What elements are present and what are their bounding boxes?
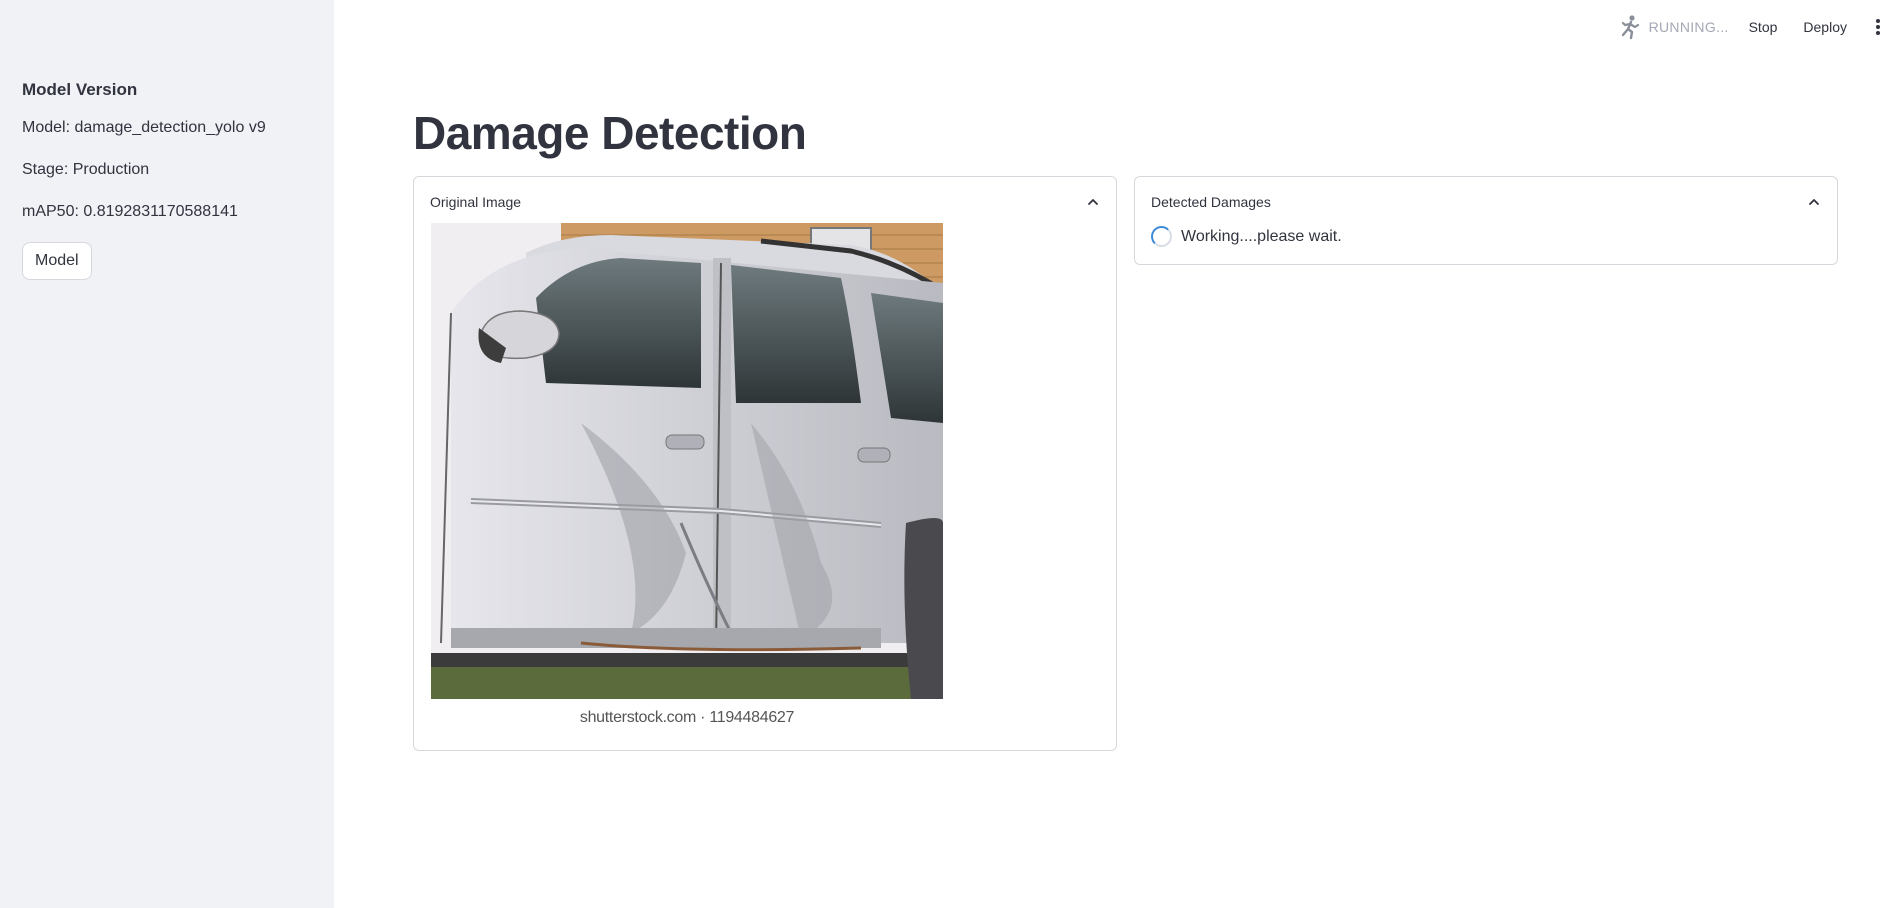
original-image-expander: Original Image shutterstock.com · 119448… (413, 176, 1117, 751)
damaged-car-photo (431, 223, 943, 699)
app-root: Model Version Model: damage_detection_yo… (0, 0, 1885, 908)
model-name-text: Model: damage_detection_yolo v9 (22, 119, 266, 136)
image-caption: shutterstock.com · 1194484627 (579, 709, 795, 726)
detected-damages-expander-header[interactable]: Detected Damages (1151, 191, 1821, 213)
deploy-button[interactable]: Deploy (1803, 19, 1847, 35)
detected-damages-expander: Detected Damages Working....please wait. (1134, 176, 1838, 265)
running-status: RUNNING... (1648, 19, 1729, 35)
spinner-icon (1151, 226, 1172, 247)
header-toolbar: RUNNING... Stop Deploy (1619, 14, 1885, 40)
page-title: Damage Detection (413, 107, 807, 159)
running-man-icon (1621, 15, 1639, 40)
expander-label: Original Image (430, 194, 522, 210)
model-button[interactable]: Model (22, 242, 92, 280)
stop-button[interactable]: Stop (1749, 19, 1778, 35)
chevron-up-icon[interactable] (1086, 195, 1100, 209)
model-map-text: mAP50: 0.8192831170588141 (22, 203, 238, 220)
kebab-menu-icon[interactable] (1873, 17, 1883, 37)
sidebar-heading: Model Version (22, 80, 138, 99)
loading-text: Working....please wait. (1181, 227, 1342, 245)
loading-indicator: Working....please wait. (1151, 226, 1342, 247)
model-stage-text: Stage: Production (22, 161, 150, 178)
expander-label: Detected Damages (1151, 194, 1271, 210)
chevron-up-icon[interactable] (1807, 195, 1821, 209)
original-image-expander-header[interactable]: Original Image (430, 191, 1100, 213)
sidebar: Model Version Model: damage_detection_yo… (0, 0, 334, 908)
